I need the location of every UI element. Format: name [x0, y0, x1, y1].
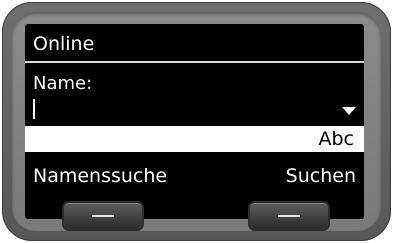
right-softkey-button[interactable] — [250, 203, 328, 229]
minus-icon — [278, 215, 300, 217]
name-input-field[interactable] — [25, 126, 364, 152]
display-screen: Online Name: Abc Namenssuche Suchen — [25, 24, 364, 219]
dropdown-arrow-icon[interactable] — [342, 107, 356, 115]
name-field-label: Name: — [33, 73, 93, 94]
softkey-label-left: Namenssuche — [33, 165, 168, 187]
screen-title: Online — [33, 33, 95, 55]
text-cursor — [33, 99, 35, 119]
input-mode-indicator: Abc — [318, 128, 354, 150]
minus-icon — [92, 215, 114, 217]
softkey-label-right: Suchen — [285, 165, 356, 187]
left-softkey-button[interactable] — [64, 203, 142, 229]
title-divider — [25, 61, 364, 63]
